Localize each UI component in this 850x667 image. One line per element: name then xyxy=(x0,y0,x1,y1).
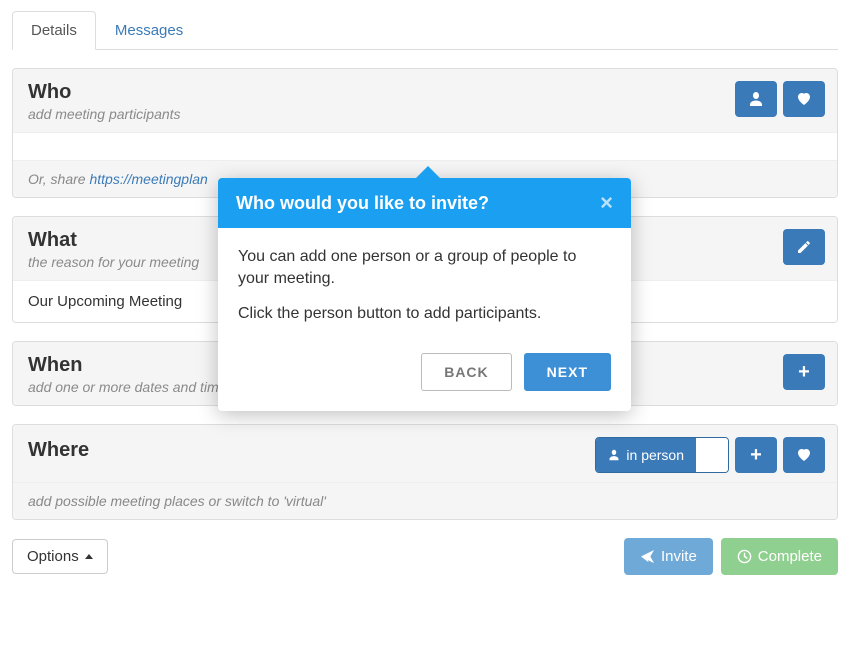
who-title: Who xyxy=(28,81,822,104)
complete-label: Complete xyxy=(758,548,822,565)
favorite-button[interactable] xyxy=(783,81,825,117)
person-icon xyxy=(608,449,620,461)
add-person-button[interactable] xyxy=(735,81,777,117)
tour-popover: Who would you like to invite? × You can … xyxy=(218,178,631,411)
popover-next-button[interactable]: NEXT xyxy=(524,353,611,391)
close-icon: × xyxy=(600,190,613,215)
in-person-toggle[interactable]: in person xyxy=(595,437,729,473)
panel-who-header: Who add meeting participants xyxy=(13,69,837,132)
bottom-bar: Options Invite Complete xyxy=(12,538,838,575)
heart-icon xyxy=(796,447,812,463)
pencil-icon xyxy=(796,239,812,255)
clock-icon xyxy=(737,549,752,564)
panel-where: Where in person + add possible meeting p… xyxy=(12,424,838,520)
share-link[interactable]: https://meetingplan xyxy=(89,171,207,187)
panel-where-header: Where in person + xyxy=(13,425,837,482)
send-icon xyxy=(640,549,655,564)
tab-details[interactable]: Details xyxy=(12,11,96,50)
heart-icon xyxy=(796,91,812,107)
where-subtitle: add possible meeting places or switch to… xyxy=(13,482,837,519)
popover-title: Who would you like to invite? xyxy=(236,193,489,214)
add-time-button[interactable]: + xyxy=(783,354,825,390)
favorite-place-button[interactable] xyxy=(783,437,825,473)
invite-button[interactable]: Invite xyxy=(624,538,713,575)
popover-p1: You can add one person or a group of peo… xyxy=(238,246,611,291)
options-label: Options xyxy=(27,548,79,565)
who-subtitle: add meeting participants xyxy=(28,106,822,122)
tab-messages[interactable]: Messages xyxy=(96,11,202,50)
options-button[interactable]: Options xyxy=(12,539,108,574)
popover-p2: Click the person button to add participa… xyxy=(238,303,611,325)
popover-body: You can add one person or a group of peo… xyxy=(218,228,631,345)
who-body xyxy=(13,132,837,160)
in-person-dropdown[interactable] xyxy=(696,438,728,472)
popover-close-button[interactable]: × xyxy=(600,192,613,214)
tabs: Details Messages xyxy=(12,10,838,50)
plus-icon: + xyxy=(750,444,762,467)
caret-up-icon xyxy=(85,554,93,559)
complete-button[interactable]: Complete xyxy=(721,538,838,575)
share-prefix: Or, share xyxy=(28,171,89,187)
popover-back-button[interactable]: BACK xyxy=(421,353,511,391)
popover-header: Who would you like to invite? × xyxy=(218,178,631,228)
plus-icon: + xyxy=(798,361,810,384)
add-place-button[interactable]: + xyxy=(735,437,777,473)
in-person-label: in person xyxy=(626,447,684,463)
edit-what-button[interactable] xyxy=(783,229,825,265)
invite-label: Invite xyxy=(661,548,697,565)
popover-footer: BACK NEXT xyxy=(218,345,631,411)
person-icon xyxy=(748,91,764,107)
